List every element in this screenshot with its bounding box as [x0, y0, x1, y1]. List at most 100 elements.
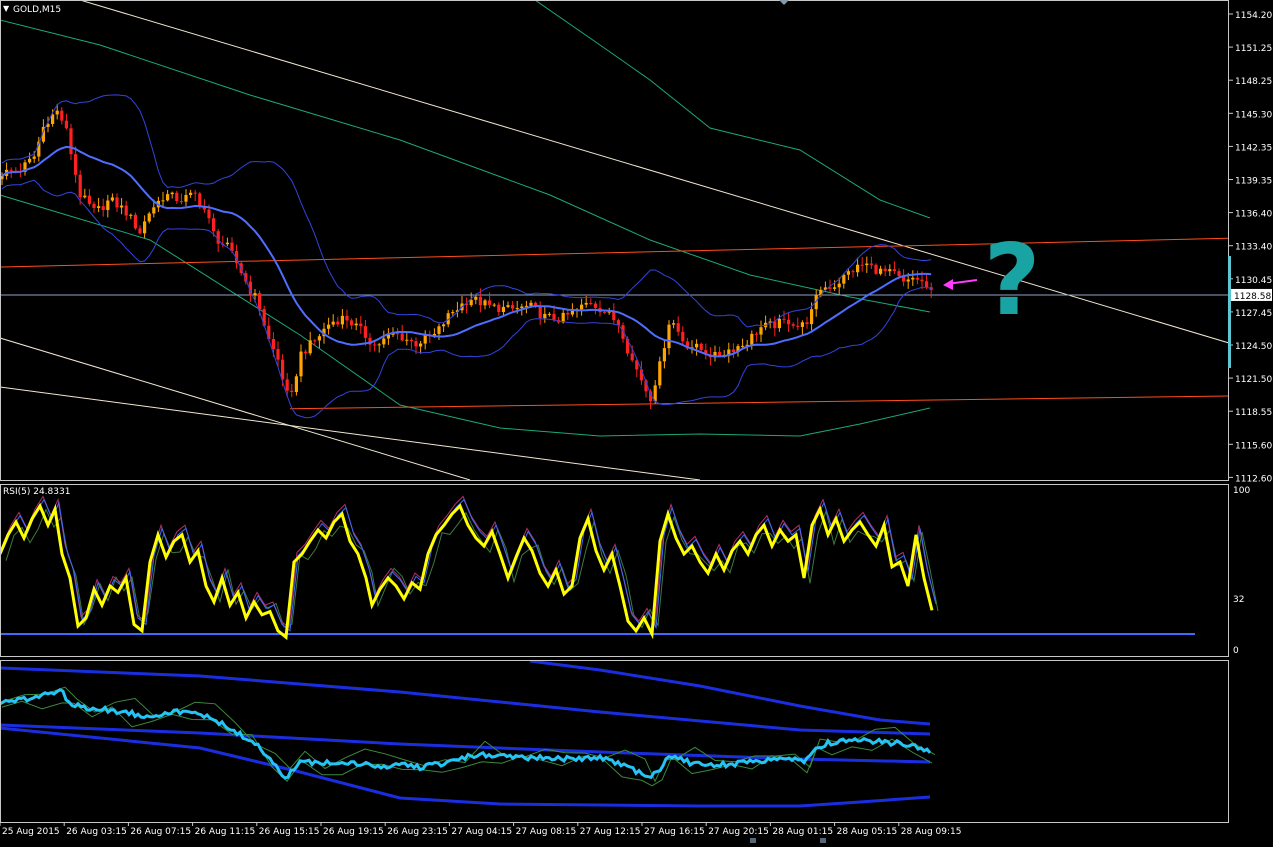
- candle-body: [630, 353, 634, 361]
- price-axis-label: 1151.25: [1235, 44, 1272, 54]
- candle-body: [731, 349, 735, 353]
- trading-terminal: 1154.20 1151.25 1148.25 1145.30 1142.35 1139.…: [0, 0, 1273, 843]
- candle-body: [676, 323, 680, 332]
- candle-body: [869, 263, 873, 265]
- candle-body: [152, 207, 156, 214]
- candle-body: [290, 390, 294, 393]
- candle-body: [777, 318, 781, 329]
- candle-body: [865, 263, 869, 266]
- candle-body: [837, 283, 841, 288]
- candle-body: [469, 299, 473, 306]
- candle-body: [511, 305, 515, 309]
- candle-body: [483, 300, 487, 306]
- candle-body: [538, 306, 542, 319]
- time-axis-label: 26 Aug 15:15: [259, 827, 320, 837]
- candle-body: [906, 279, 910, 282]
- candle-body: [672, 323, 676, 325]
- candle-body: [492, 304, 496, 306]
- candle-body: [580, 304, 584, 310]
- candle-body: [225, 242, 229, 245]
- candle-body: [856, 264, 860, 273]
- price-axis-label: 1136.40: [1235, 210, 1272, 220]
- candle-body: [409, 339, 413, 342]
- candle-body: [810, 309, 814, 325]
- candle-body: [304, 351, 308, 354]
- candle-body: [74, 154, 78, 175]
- candle-body: [313, 340, 317, 342]
- candle-body: [115, 197, 119, 208]
- price-axis-label: 1154.20: [1235, 11, 1272, 21]
- candle-body: [695, 343, 699, 348]
- candle-body: [285, 379, 289, 391]
- candle-body: [584, 302, 588, 305]
- candle-body: [883, 268, 887, 272]
- candle-body: [101, 206, 105, 211]
- price-axis-label: 1118.55: [1235, 408, 1272, 418]
- candle-body: [170, 192, 174, 195]
- candle-body: [842, 274, 846, 284]
- candle-body: [161, 200, 165, 202]
- candle-body: [566, 312, 570, 315]
- candle-body: [773, 321, 777, 329]
- candle-body: [189, 192, 193, 196]
- candle-body: [846, 271, 850, 275]
- candle-body: [359, 323, 363, 327]
- candle-body: [750, 333, 754, 345]
- candle-body: [593, 303, 597, 308]
- candle-body: [478, 296, 482, 306]
- candle-body: [888, 269, 892, 272]
- candle-body: [281, 359, 285, 380]
- candle-body: [207, 209, 211, 219]
- candle-body: [9, 169, 13, 171]
- time-axis-label: 25 Aug 2015: [2, 827, 60, 837]
- candle-body: [800, 322, 804, 327]
- candle-body: [570, 310, 574, 315]
- candle-body: [759, 327, 763, 335]
- price-axis-label: 1112.60: [1235, 474, 1272, 484]
- candle-body: [787, 319, 791, 325]
- candle-body: [437, 326, 441, 334]
- price-axis-label: 1142.35: [1235, 143, 1272, 153]
- candle-body: [396, 333, 400, 335]
- time-axis-label: 26 Aug 23:15: [387, 827, 448, 837]
- candle-body: [741, 345, 745, 347]
- candle-body: [299, 351, 303, 377]
- candle-body: [97, 206, 101, 208]
- candle-body: [133, 214, 137, 229]
- candle-body: [796, 325, 800, 327]
- time-marker: [750, 838, 756, 843]
- candle-body: [110, 197, 114, 201]
- candle-body: [405, 339, 409, 341]
- candle-body: [87, 195, 91, 204]
- candle-body: [271, 339, 275, 350]
- candle-body: [911, 277, 915, 280]
- candle-body: [69, 128, 73, 155]
- chart-canvas[interactable]: 1154.20 1151.25 1148.25 1145.30 1142.35 1139.…: [0, 0, 1273, 843]
- candle-body: [782, 318, 786, 320]
- candle-body: [308, 340, 312, 354]
- candle: [133, 212, 137, 230]
- candle-body: [106, 200, 110, 211]
- candle-body: [55, 110, 59, 115]
- rsi-axis-label: 0: [1233, 646, 1239, 656]
- candle-body: [667, 324, 671, 349]
- candle-body: [414, 341, 418, 347]
- candle-body: [791, 324, 795, 326]
- time-axis-label: 27 Aug 20:15: [708, 827, 769, 837]
- candle-body: [184, 195, 188, 202]
- candle-body: [166, 194, 170, 201]
- candle-body: [120, 205, 124, 208]
- rsi-label: RSI(5) 24.8331: [3, 487, 70, 497]
- candle-body: [64, 120, 68, 129]
- price-axis-label: 1148.25: [1235, 77, 1272, 87]
- price-axis-label: 1127.45: [1235, 309, 1272, 319]
- time-axis-label: 26 Aug 19:15: [323, 827, 384, 837]
- candle-body: [681, 331, 685, 342]
- dropdown-triangle-icon[interactable]: ▼: [3, 4, 10, 13]
- candle-body: [506, 305, 510, 307]
- candle-body: [920, 279, 924, 282]
- candle-body: [442, 324, 446, 327]
- candle-body: [925, 281, 929, 288]
- candle-body: [561, 312, 565, 323]
- price-axis-label: 1145.30: [1235, 110, 1272, 120]
